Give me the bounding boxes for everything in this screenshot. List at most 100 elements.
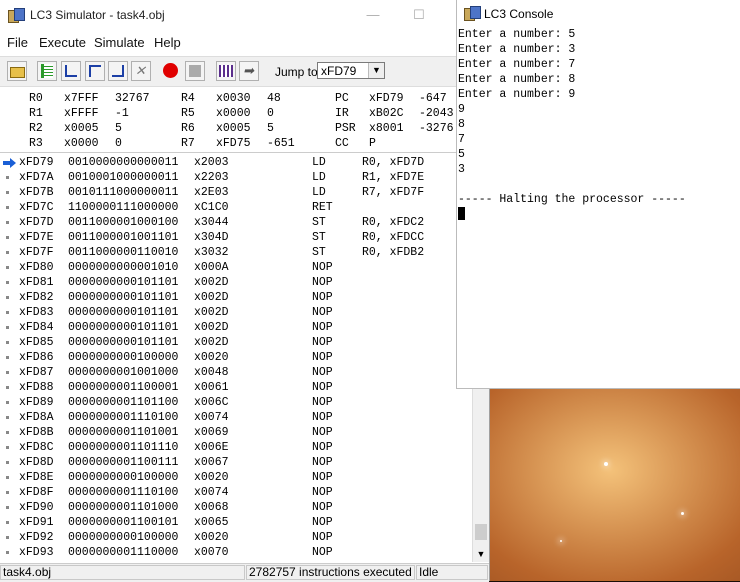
memory-row[interactable]: xFD82 0000000000101101 x002D NOP [0,291,472,306]
breakpoint-marker[interactable] [6,551,9,554]
memory-row[interactable]: xFD8F 0000000001110100 x0074 NOP [0,486,472,501]
step-back-icon [112,65,124,77]
memory-row[interactable]: xFD85 0000000000101101 x002D NOP [0,336,472,351]
breakpoint-marker[interactable] [6,356,9,359]
memory-addr: xFD8B [19,426,54,439]
jump-to-address-dropdown[interactable]: xFD79 ▼ [317,62,385,79]
breakpoint-marker[interactable] [6,311,9,314]
memory-op: NOP [312,366,333,379]
go-to-button[interactable]: ➡ [239,61,259,81]
breakpoint-marker[interactable] [6,221,9,224]
status-instructions-executed: 2782757 instructions executed [246,565,415,580]
memory-row[interactable]: xFD7C 1100000111000000 xC1C0 RET [0,201,472,216]
memory-row[interactable]: xFD7A 0010001000000011 x2203 LD R1, xFD7E [0,171,472,186]
breakpoint-marker[interactable] [6,236,9,239]
breakpoint-marker[interactable] [6,401,9,404]
breakpoint-marker[interactable] [6,431,9,434]
menu-help[interactable]: Help [154,35,181,50]
memory-row[interactable]: xFD80 0000000000001010 x000A NOP [0,261,472,276]
memory-row[interactable]: xFD7B 0010111000000011 x2E03 LD R7, xFD7F [0,186,472,201]
breakpoint-marker[interactable] [6,476,9,479]
breakpoint-marker[interactable] [6,296,9,299]
memory-hex: x2203 [194,171,229,184]
memory-row[interactable]: xFD8A 0000000001110100 x0074 NOP [0,411,472,426]
memory-op: NOP [312,306,333,319]
memory-hex: x0067 [194,456,229,469]
stop-button[interactable] [161,61,181,81]
register-hex: x0005 [216,122,251,135]
register-name: R5 [181,107,195,120]
breakpoint-marker[interactable] [6,341,9,344]
step-out-button[interactable] [85,61,105,81]
memory-row[interactable]: xFD81 0000000000101101 x002D NOP [0,276,472,291]
memory-row[interactable]: xFD8D 0000000001100111 x0067 NOP [0,456,472,471]
memory-row[interactable]: xFD86 0000000000100000 x0020 NOP [0,351,472,366]
simulator-titlebar[interactable]: LC3 Simulator - task4.obj — ☐ [0,0,489,30]
breakpoint-marker[interactable] [6,461,9,464]
scroll-down-arrow-icon[interactable]: ▼ [473,546,489,562]
memory-row[interactable]: xFD88 0000000001100001 x0061 NOP [0,381,472,396]
memory-listing[interactable]: xFD79 0010000000000011 x2003 LD R0, xFD7D xFD… [0,152,472,563]
breakpoint-marker[interactable] [6,281,9,284]
memory-row[interactable]: xFD79 0010000000000011 x2003 LD R0, xFD7D [0,156,472,171]
menu-file[interactable]: File [7,35,28,50]
memory-row[interactable]: xFD83 0000000000101101 x002D NOP [0,306,472,321]
breakpoint-marker[interactable] [6,326,9,329]
memory-row[interactable]: xFD8B 0000000001101001 x0069 NOP [0,426,472,441]
memory-row[interactable]: xFD8E 0000000000100000 x0020 NOP [0,471,472,486]
memory-op: ST [312,231,326,244]
register-dec: -651 [267,137,295,150]
scrollbar-thumb[interactable] [475,524,487,540]
memory-row[interactable]: xFD93 0000000001110000 x0070 NOP [0,546,472,561]
memory-args: R1, xFD7E [362,171,425,184]
breakpoint-marker[interactable] [6,371,9,374]
memory-row[interactable]: xFD89 0000000001101100 x006C NOP [0,396,472,411]
breakpoint-marker[interactable] [6,491,9,494]
step-back-button[interactable] [108,61,128,81]
star [560,540,562,542]
memory-bin: 0000000001101110 [68,441,179,454]
console-titlebar[interactable]: LC3 Console [457,0,740,26]
clear-breakpoints-button[interactable]: ✕ [131,61,151,81]
register-name: PC [335,92,349,105]
memory-addr: xFD86 [19,351,54,364]
breakpoint-marker[interactable] [6,386,9,389]
memory-addr: xFD89 [19,396,54,409]
memory-bin: 0000000001100001 [68,381,179,394]
breakpoint-marker[interactable] [6,251,9,254]
memory-row[interactable]: xFD91 0000000001100101 x0065 NOP [0,516,472,531]
breakpoint-marker[interactable] [6,446,9,449]
menu-simulate[interactable]: Simulate [94,35,145,50]
memory-row[interactable]: xFD87 0000000001001000 x0048 NOP [0,366,472,381]
minimize-button[interactable]: — [358,4,388,26]
breakpoint-marker[interactable] [6,191,9,194]
open-file-button[interactable] [7,61,27,81]
memory-op: NOP [312,411,333,424]
breakpoint-marker[interactable] [6,416,9,419]
console-output[interactable]: Enter a number: 5 Enter a number: 3 Enter … [457,27,740,387]
simulator-window: LC3 Simulator - task4.obj — ☐ File Execu… [0,0,490,582]
breakpoint-marker[interactable] [6,536,9,539]
breakpoint-marker[interactable] [6,521,9,524]
memory-view-button[interactable] [216,61,236,81]
memory-op: NOP [312,351,333,364]
breakpoint-marker[interactable] [6,506,9,509]
step-into-button[interactable] [61,61,81,81]
memory-op: LD [312,156,326,169]
memory-row[interactable]: xFD7D 0011000001000100 x3044 ST R0, xFDC2 [0,216,472,231]
breakpoint-marker[interactable] [6,176,9,179]
memory-row[interactable]: xFD8C 0000000001101110 x006E NOP [0,441,472,456]
memory-row[interactable]: xFD7E 0011000001001101 x304D ST R0, xFDCC [0,231,472,246]
chevron-down-icon[interactable]: ▼ [368,63,384,78]
memory-row[interactable]: xFD92 0000000000100000 x0020 NOP [0,531,472,546]
maximize-button[interactable]: ☐ [404,4,434,26]
memory-row[interactable]: xFD7F 0011000000110010 x3032 ST R0, xFDB2 [0,246,472,261]
memory-row[interactable]: xFD90 0000000001101000 x0068 NOP [0,501,472,516]
menu-execute[interactable]: Execute [39,35,86,50]
memory-bin: 0010111000000011 [68,186,179,199]
memory-row[interactable]: xFD84 0000000000101101 x002D NOP [0,321,472,336]
breakpoint-marker[interactable] [6,206,9,209]
breakpoint-marker[interactable] [6,266,9,269]
step-over-button[interactable] [37,61,57,81]
reinitialize-button[interactable] [185,61,205,81]
